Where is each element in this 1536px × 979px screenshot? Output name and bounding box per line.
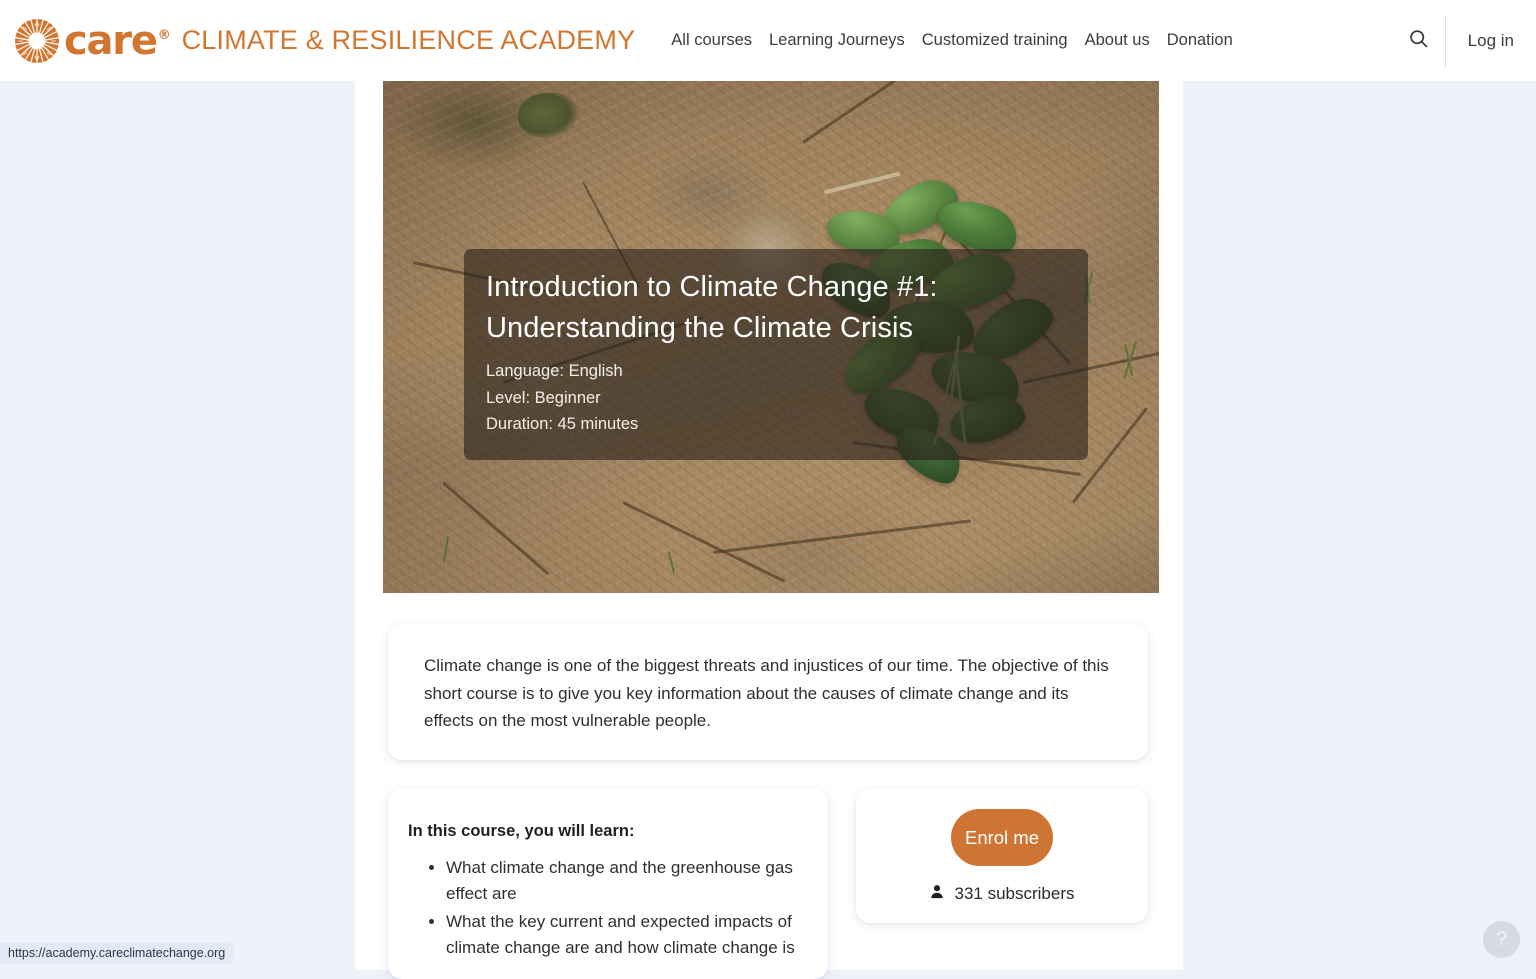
nav-item-about-us[interactable]: About us <box>1085 31 1150 50</box>
course-meta: Language: English Level: Beginner Durati… <box>486 358 1066 438</box>
login-link[interactable]: Log in <box>1446 31 1536 51</box>
course-hero-image: Introduction to Climate Change #1: Under… <box>383 81 1159 593</box>
learning-outcomes-list: What climate change and the greenhouse g… <box>446 855 796 961</box>
browser-status-url: https://academy.careclimatechange.org <box>0 943 233 964</box>
site-header: care® CLIMATE & RESILIENCE ACADEMY All c… <box>0 0 1536 81</box>
course-duration: Duration: 45 minutes <box>486 411 1066 438</box>
course-language: Language: English <box>486 358 1066 385</box>
course-learning-outcomes-card: In this course, you will learn: What cli… <box>388 789 828 979</box>
subscribers-count: 331 subscribers <box>954 884 1074 904</box>
care-sunburst-logo-icon <box>12 16 62 66</box>
header-actions: Log in <box>1393 15 1536 67</box>
main-navigation: All courses Learning Journeys Customized… <box>671 31 1233 50</box>
course-description-card: Climate change is one of the biggest thr… <box>388 624 1148 760</box>
person-icon <box>929 883 945 905</box>
learning-outcomes-heading: In this course, you will learn: <box>408 822 796 841</box>
course-description-text: Climate change is one of the biggest thr… <box>424 652 1112 735</box>
search-icon <box>1408 28 1429 54</box>
registered-trademark-icon: ® <box>158 28 170 43</box>
hero-text-overlay: Introduction to Climate Change #1: Under… <box>464 249 1088 460</box>
search-button[interactable] <box>1393 15 1445 67</box>
list-item: What climate change and the greenhouse g… <box>446 855 796 907</box>
subscribers-info: 331 subscribers <box>929 883 1074 905</box>
brand-academy-text: CLIMATE & RESILIENCE ACADEMY <box>182 25 636 56</box>
nav-item-customized-training[interactable]: Customized training <box>922 31 1068 50</box>
nav-item-learning-journeys[interactable]: Learning Journeys <box>769 31 905 50</box>
brand-logo-link[interactable]: care® CLIMATE & RESILIENCE ACADEMY <box>12 16 635 66</box>
enrol-me-button[interactable]: Enrol me <box>951 809 1053 866</box>
course-level: Level: Beginner <box>486 385 1066 412</box>
brand-care-text: care® <box>64 21 170 61</box>
list-item: What the key current and expected impact… <box>446 909 796 961</box>
course-title: Introduction to Climate Change #1: Under… <box>486 267 1066 350</box>
help-button[interactable]: ? <box>1483 921 1520 958</box>
nav-item-all-courses[interactable]: All courses <box>671 31 752 50</box>
enrolment-card: Enrol me 331 subscribers <box>856 789 1148 923</box>
nav-item-donation[interactable]: Donation <box>1167 31 1233 50</box>
